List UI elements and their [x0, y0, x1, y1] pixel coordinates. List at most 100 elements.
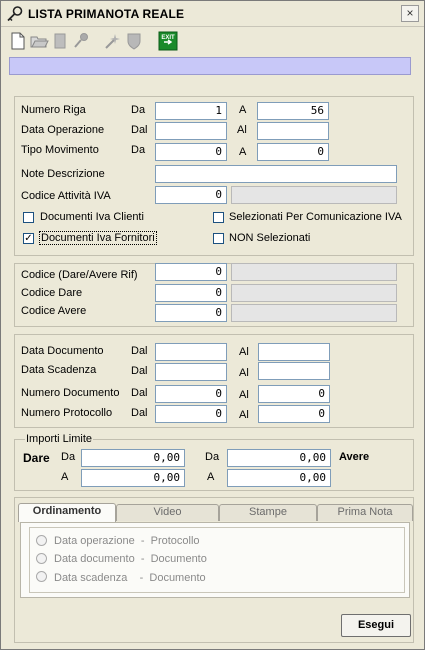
window-title: LISTA PRIMANOTA REALE — [28, 7, 185, 21]
document-icon[interactable] — [50, 31, 70, 51]
shield-icon[interactable] — [124, 31, 144, 51]
codice-avere-field[interactable]: 0 — [155, 304, 227, 322]
numero-riga-to-field[interactable]: 56 — [257, 102, 329, 120]
tab-panel-ordinamento: Data operazione - Protocollo Data docume… — [20, 522, 410, 598]
from-label: Dal — [131, 124, 148, 136]
iva-code-field[interactable]: 0 — [155, 186, 227, 204]
numero-protocollo-to-field[interactable]: 0 — [258, 405, 330, 423]
sort-option-label: Data operazione - Protocollo — [54, 535, 200, 547]
key-tool-icon[interactable] — [71, 31, 91, 51]
documenti-iva-fornitori-checkbox[interactable]: ✓ — [23, 233, 34, 244]
to-label: A — [239, 146, 247, 158]
key-icon — [7, 6, 23, 22]
numero-riga-from-field[interactable]: 1 — [155, 102, 227, 120]
data-operazione-from-field[interactable] — [155, 122, 227, 140]
avere-label: Avere — [339, 451, 370, 463]
title-bar: LISTA PRIMANOTA REALE × — [1, 1, 424, 27]
row-label: Numero Riga — [21, 104, 86, 116]
exit-icon[interactable]: EXIT — [158, 31, 178, 51]
to-label: Al — [239, 346, 249, 358]
main-window: LISTA PRIMANOTA REALE × EXIT Numero Riga… — [0, 0, 425, 650]
a-label: A — [207, 471, 215, 483]
codice-dare-avere-field[interactable]: 0 — [155, 263, 227, 281]
to-label: Al — [239, 409, 249, 421]
iva-code-label: Codice Attività IVA — [21, 190, 111, 202]
note-description-field[interactable] — [155, 165, 397, 183]
data-operazione-to-field[interactable] — [257, 122, 329, 140]
doc-label: Data Documento — [21, 345, 104, 357]
doc-label: Numero Protocollo — [21, 407, 113, 419]
options-group: Ordinamento Video Stampe Prima Nota Data… — [14, 497, 414, 643]
selezionati-comunicazione-checkbox[interactable] — [213, 212, 224, 223]
close-icon: × — [406, 6, 414, 20]
from-label: Da — [131, 144, 146, 156]
checkbox-label: Documenti Iva Clienti — [40, 211, 144, 223]
from-label: Da — [131, 104, 146, 116]
row-label: Data Operazione — [21, 124, 105, 136]
check-mark-icon: ✓ — [24, 233, 33, 244]
data-documento-from-field[interactable] — [155, 343, 227, 361]
tab-video[interactable]: Video — [116, 504, 219, 521]
sort-options-box: Data operazione - Protocollo Data docume… — [29, 527, 405, 593]
from-label: Dal — [131, 407, 148, 419]
tab-ordinamento[interactable]: Ordinamento — [18, 503, 116, 522]
avere-to-field[interactable]: 0,00 — [227, 469, 331, 487]
note-label: Note Descrizione — [21, 168, 105, 180]
numero-documento-from-field[interactable]: 0 — [155, 385, 227, 403]
data-scadenza-to-field[interactable] — [258, 362, 330, 380]
to-label: Al — [239, 389, 249, 401]
sort-radio-operazione[interactable] — [36, 535, 47, 546]
row-label: Tipo Movimento — [21, 144, 99, 156]
iva-code-description-field — [231, 186, 397, 204]
importi-limite-group: Importi Limite Dare Da 0,00 Da 0,00 Aver… — [14, 433, 414, 491]
tipo-movimento-to-field[interactable]: 0 — [257, 143, 329, 161]
numero-documento-to-field[interactable]: 0 — [258, 385, 330, 403]
code-label: Codice (Dare/Avere Rif) — [21, 269, 138, 281]
importi-legend: Importi Limite — [25, 433, 94, 445]
to-label: Al — [237, 124, 247, 136]
dare-from-field[interactable]: 0,00 — [81, 449, 185, 467]
tipo-movimento-from-field[interactable]: 0 — [155, 143, 227, 161]
data-scadenza-from-field[interactable] — [155, 363, 227, 381]
esegui-button[interactable]: Esegui — [341, 614, 411, 637]
range-filter-group: Numero Riga Da 1 A 56 Data Operazione Da… — [14, 96, 414, 256]
checkbox-label: Selezionati Per Comunicazione IVA — [229, 211, 402, 223]
tab-stampe[interactable]: Stampe — [219, 504, 317, 521]
tab-strip: Ordinamento Video Stampe Prima Nota — [15, 503, 413, 523]
non-selezionati-checkbox[interactable] — [213, 233, 224, 244]
documenti-iva-clienti-checkbox[interactable] — [23, 212, 34, 223]
sort-option-label: Data scadenza - Documento — [54, 572, 206, 584]
sort-option-label: Data documento - Documento — [54, 553, 207, 565]
checkbox-label: Documenti Iva Fornitori — [39, 231, 157, 245]
dare-to-field[interactable]: 0,00 — [81, 469, 185, 487]
open-folder-icon[interactable] — [29, 31, 49, 51]
new-document-icon[interactable] — [8, 31, 28, 51]
codice-dare-field[interactable]: 0 — [155, 284, 227, 302]
sort-radio-scadenza[interactable] — [36, 571, 47, 582]
close-button[interactable]: × — [401, 5, 419, 22]
data-documento-to-field[interactable] — [258, 343, 330, 361]
numero-protocollo-from-field[interactable]: 0 — [155, 405, 227, 423]
wizard-icon[interactable] — [102, 31, 122, 51]
codice-avere-description-field — [231, 304, 397, 322]
doc-label: Numero Documento — [21, 387, 120, 399]
tab-prima-nota[interactable]: Prima Nota — [317, 504, 413, 521]
to-label: Al — [239, 367, 249, 379]
da-label: Da — [205, 451, 220, 463]
documents-group: Data Documento Dal Al Data Scadenza Dal … — [14, 334, 414, 428]
status-bar — [9, 57, 411, 75]
doc-label: Data Scadenza — [21, 364, 97, 376]
avere-from-field[interactable]: 0,00 — [227, 449, 331, 467]
codes-group: Codice (Dare/Avere Rif) 0 Codice Dare 0 … — [14, 263, 414, 327]
from-label: Dal — [131, 345, 148, 357]
to-label: A — [239, 104, 247, 116]
checkbox-label: NON Selezionati — [229, 232, 311, 244]
a-label: A — [61, 471, 69, 483]
from-label: Dal — [131, 365, 148, 377]
from-label: Dal — [131, 387, 148, 399]
code-label: Codice Avere — [21, 305, 87, 317]
sort-radio-documento[interactable] — [36, 553, 47, 564]
codice-dare-avere-description-field — [231, 263, 397, 281]
code-label: Codice Dare — [21, 287, 83, 299]
dare-label: Dare — [23, 451, 50, 465]
